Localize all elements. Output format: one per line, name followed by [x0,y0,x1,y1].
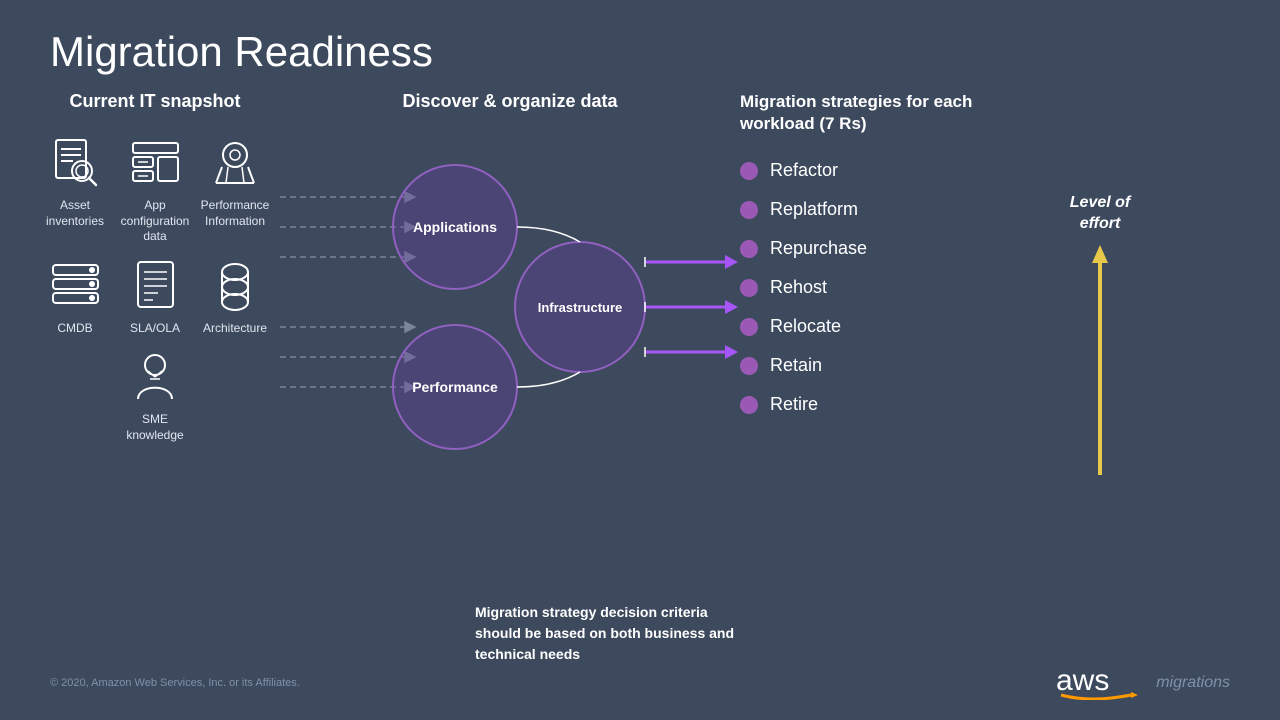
effort-arrow-svg [1090,245,1110,475]
performance-label: Performance [412,379,498,395]
strategy-retain: Retain [740,355,1060,376]
cmdb-item: CMDB [40,255,110,337]
retire-label: Retire [770,394,818,415]
effort-label: Level of effort [1060,193,1140,235]
strategies-section: Migration strategies for each workload (… [740,91,1060,517]
architecture-icon [205,255,265,315]
aws-logo-area: aws migrations [1056,660,1230,705]
strategy-repurchase: Repurchase [740,238,1060,259]
strategy-replatform: Replatform [740,199,1060,220]
footer: © 2020, Amazon Web Services, Inc. or its… [50,660,1230,705]
retire-dot [740,396,758,414]
strategy-refactor: Refactor [740,160,1060,181]
performance-info-item: Performance Information [200,132,270,245]
relocate-dot [740,318,758,336]
asset-inventories-label: Asset inventories [40,198,110,229]
snapshot-header: Current IT snapshot [30,91,280,112]
discover-section: Discover & organize data [280,91,740,517]
sme-icon [125,346,185,406]
app-config-item: App configuration data [120,132,190,245]
app-icon [125,132,185,192]
rehost-label: Rehost [770,277,827,298]
refactor-dot [740,162,758,180]
architecture-item: Architecture [200,255,270,337]
cmdb-label: CMDB [57,321,92,337]
retain-label: Retain [770,355,822,376]
strategy-relocate: Relocate [740,316,1060,337]
sme-label: SME knowledge [120,412,190,443]
relocate-label: Relocate [770,316,841,337]
snapshot-section: Current IT snapshot [30,91,280,517]
rehost-dot [740,279,758,297]
applications-label: Applications [413,219,497,235]
aws-product: migrations [1156,674,1230,692]
discover-diagram: Applications Performance Infrastructure [280,132,740,512]
asset-icon [45,132,105,192]
performance-info-label: Performance Information [200,198,270,229]
aws-wordmark: aws [1056,660,1146,705]
sla-ola-label: SLA/OLA [130,321,180,337]
refactor-label: Refactor [770,160,838,181]
sme-item: SME knowledge [120,346,190,443]
strategy-rehost: Rehost [740,277,1060,298]
performance-info-icon [205,132,265,192]
page-title: Migration Readiness [0,0,1280,86]
infrastructure-label: Infrastructure [538,300,623,315]
migration-note: Migration strategy decision criteria sho… [475,602,735,665]
repurchase-dot [740,240,758,258]
svg-text:aws: aws [1056,664,1109,697]
effort-section: Level of effort [1060,91,1140,517]
discover-header: Discover & organize data [280,91,740,112]
cmdb-icon [45,255,105,315]
repurchase-label: Repurchase [770,238,867,259]
sla-icon [125,255,185,315]
asset-inventories-item: Asset inventories [40,132,110,245]
sla-ola-item: SLA/OLA [120,255,190,337]
architecture-label: Architecture [203,321,267,337]
retain-dot [740,357,758,375]
strategy-retire: Retire [740,394,1060,415]
replatform-dot [740,201,758,219]
copyright: © 2020, Amazon Web Services, Inc. or its… [50,677,300,689]
strategies-list: Refactor Replatform Repurchase Rehost Re… [740,160,1060,415]
app-config-label: App configuration data [120,198,190,245]
strategies-header: Migration strategies for each workload (… [740,91,1060,135]
replatform-label: Replatform [770,199,858,220]
